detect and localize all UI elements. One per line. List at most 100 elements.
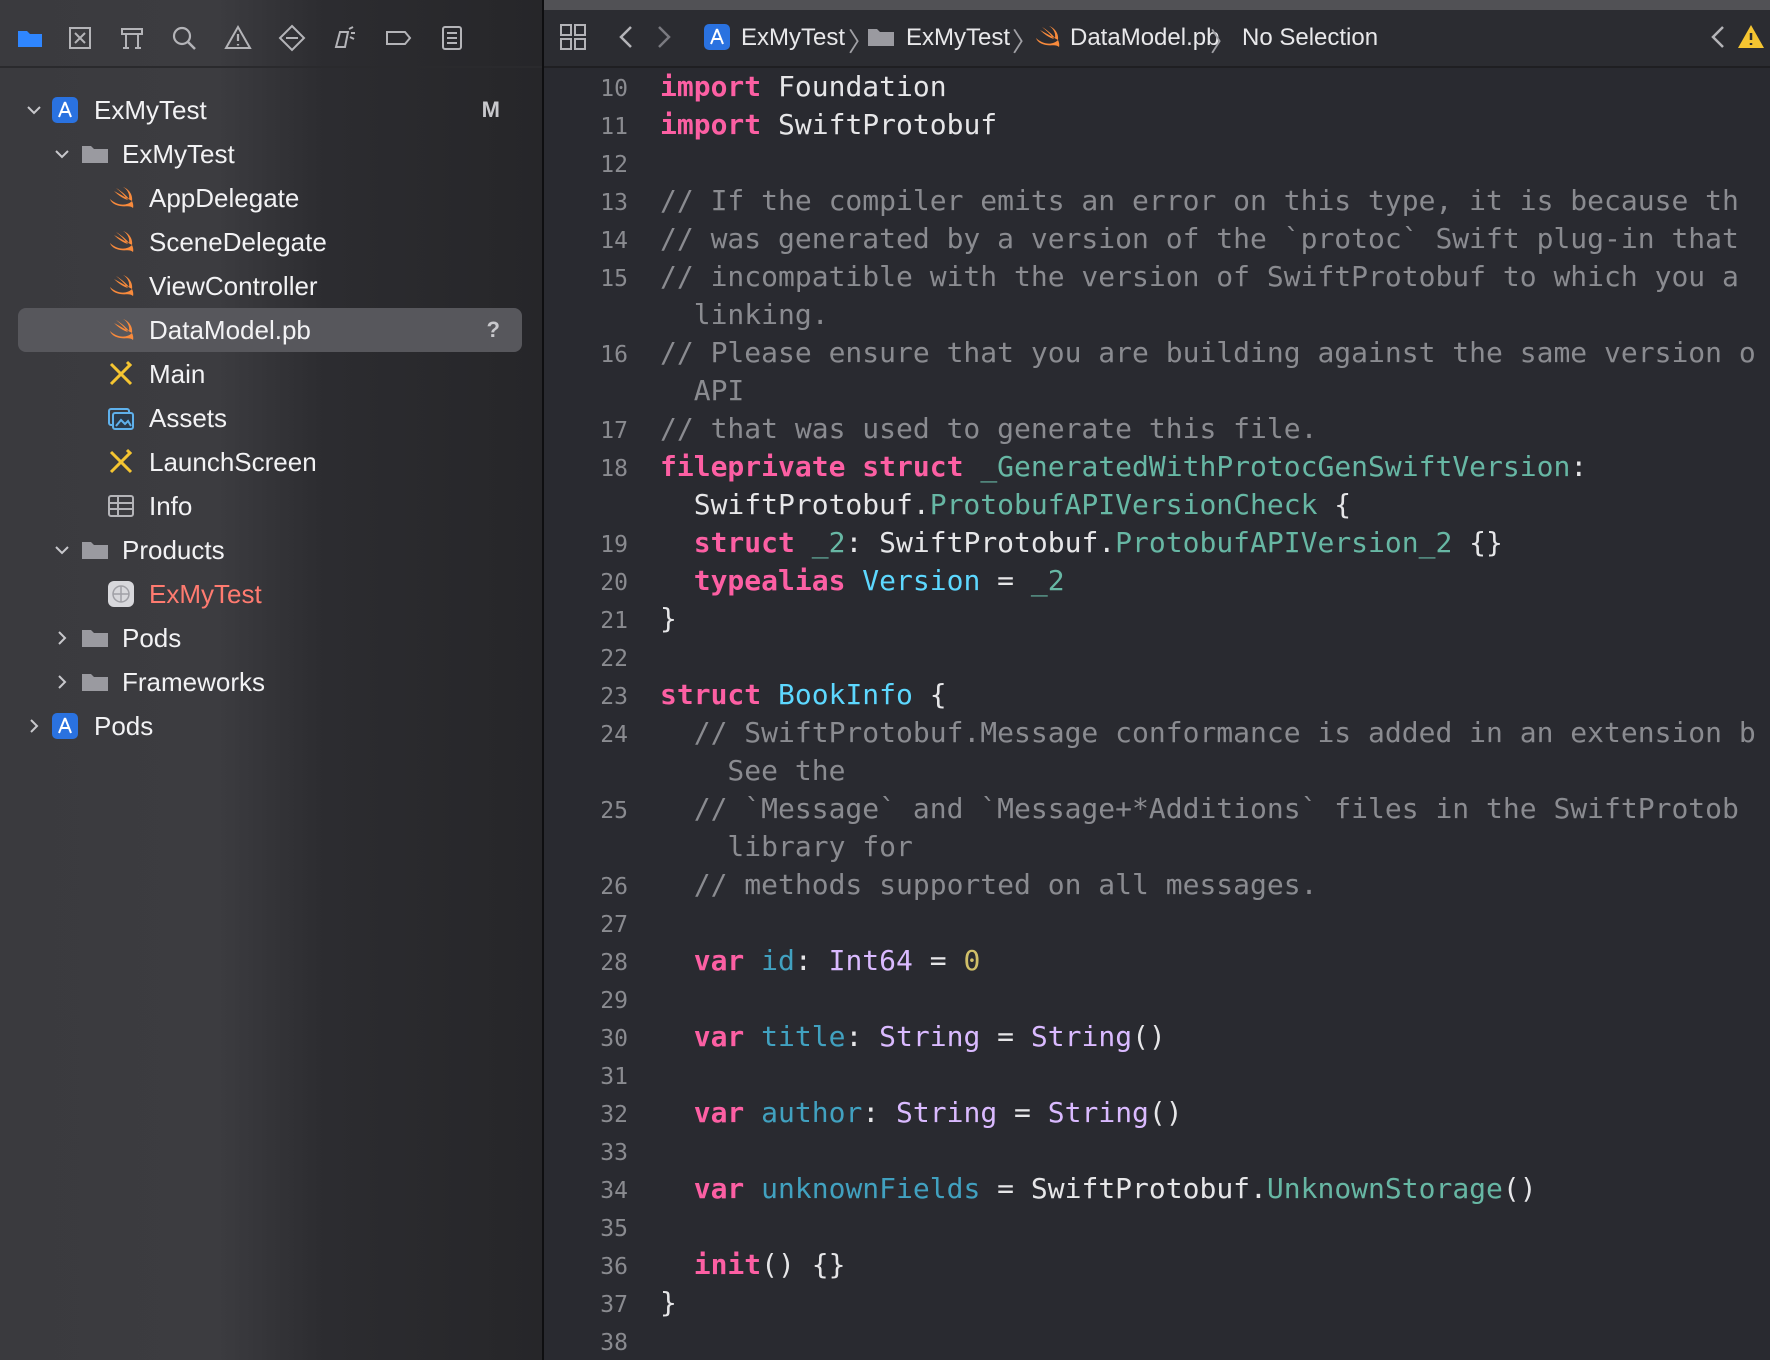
swift-icon [106, 227, 136, 257]
code-token: Foundation [761, 70, 947, 103]
comment-line: // Please ensure that you are building a… [660, 336, 1756, 369]
tree-item-project-pods[interactable]: Pods [18, 704, 522, 748]
identifier-token: unknownFields [761, 1172, 981, 1205]
symbol-icon[interactable] [114, 20, 150, 56]
line-number: 18 [600, 456, 628, 482]
chevron-down-icon[interactable] [24, 100, 44, 120]
code-line: typealias Version = _2 [660, 564, 1065, 597]
line-number: 20 [600, 570, 628, 596]
line-number: 35 [600, 1216, 628, 1242]
code-token: : [1570, 450, 1588, 483]
breadcrumb-project[interactable]: ExMyTest [741, 24, 845, 52]
app-project-icon [50, 711, 80, 741]
code-line: import Foundation [660, 70, 947, 103]
keyword-token: var [693, 1020, 745, 1053]
comment-line: // methods supported on all messages. [660, 868, 1318, 901]
line-number: 27 [600, 912, 628, 938]
tab-bar-strip [544, 0, 1770, 10]
back-arrow-icon[interactable] [1704, 22, 1734, 52]
tree-item-viewcontroller[interactable]: ViewController [18, 264, 522, 308]
line-number: 34 [600, 1178, 628, 1204]
chevron-down-icon[interactable] [52, 540, 72, 560]
tree-item-folder-products[interactable]: Products [18, 528, 522, 572]
forward-arrow-icon[interactable] [648, 22, 678, 52]
line-number: 33 [600, 1140, 628, 1166]
tree-item-main[interactable]: Main [18, 352, 522, 396]
comment-line: // SwiftProtobuf.Message conformance is … [660, 716, 1756, 749]
swift-icon [106, 271, 136, 301]
type-token: String [1030, 1020, 1133, 1053]
code-area[interactable]: 10 11 12 13 14 15 16 17 18 19 20 21 22 2… [544, 66, 1770, 1360]
search-icon[interactable] [166, 20, 202, 56]
type-token: ProtobufAPIVersionCheck [929, 488, 1318, 521]
line-number: 28 [600, 950, 628, 976]
breadcrumb-file[interactable]: DataModel.pb [1070, 24, 1219, 52]
line-number: 12 [600, 152, 628, 178]
code-token: { [912, 678, 947, 711]
code-line: var id: Int64 = 0 [660, 944, 981, 977]
code-line: import SwiftProtobuf [660, 108, 997, 141]
storyboard-icon [106, 359, 136, 389]
tree-item-folder-frameworks[interactable]: Frameworks [18, 660, 522, 704]
line-number: 29 [600, 988, 628, 1014]
related-items-icon[interactable] [558, 22, 588, 52]
code-line: var title: String = String() [660, 1020, 1166, 1053]
line-number: 16 [600, 342, 628, 368]
code-token: () {} [761, 1248, 846, 1281]
tree-item-label: ExMyTest [122, 138, 235, 169]
line-number: 10 [600, 76, 628, 102]
line-number: 25 [600, 798, 628, 824]
comment-line: // was generated by a version of the `pr… [660, 222, 1739, 255]
chevron-down-icon[interactable] [52, 144, 72, 164]
source-editor: ExMyTest 〉 ExMyTest 〉 DataModel.pb 〉 No … [544, 0, 1770, 1360]
code-line: SwiftProtobuf.ProtobufAPIVersionCheck { [660, 488, 1351, 521]
tree-item-label: Products [122, 534, 225, 565]
tree-item-info[interactable]: Info [18, 484, 522, 528]
warning-icon[interactable] [220, 20, 256, 56]
tree-item-folder-pods[interactable]: Pods [18, 616, 522, 660]
folder-icon[interactable] [12, 20, 48, 56]
line-number: 24 [600, 722, 628, 748]
warning-icon[interactable] [1736, 22, 1766, 52]
tree-item-appdelegate[interactable]: AppDelegate [18, 176, 522, 220]
tree-item-folder-exmytest[interactable]: ExMyTest [18, 132, 522, 176]
code-token: { [1317, 488, 1352, 521]
code-token: () [1148, 1096, 1183, 1129]
chevron-right-icon[interactable] [24, 716, 44, 736]
keyword-token: struct [660, 678, 762, 711]
type-token: Int64 [828, 944, 913, 977]
report-icon[interactable] [434, 20, 470, 56]
type-token: String [896, 1096, 998, 1129]
code-token: SwiftProtobuf. [660, 488, 930, 521]
tree-item-label: Frameworks [122, 666, 266, 697]
tree-item-assets[interactable]: Assets [18, 396, 522, 440]
debug-icon[interactable] [326, 20, 362, 56]
tree-item-label: SceneDelegate [149, 226, 327, 257]
code-line: struct _2: SwiftProtobuf.ProtobufAPIVers… [660, 526, 1503, 559]
chevron-right-icon[interactable] [52, 628, 72, 648]
tree-item-launchscreen[interactable]: LaunchScreen [18, 440, 522, 484]
type-token: Version [862, 564, 981, 597]
keyword-token: typealias [693, 564, 846, 597]
breadcrumb-folder[interactable]: ExMyTest [906, 24, 1010, 52]
chevron-right-icon[interactable] [52, 672, 72, 692]
tree-item-scenedelegate[interactable]: SceneDelegate [18, 220, 522, 264]
tree-item-product-exmytest[interactable]: ExMyTest [18, 572, 522, 616]
keyword-token: fileprivate [660, 450, 846, 483]
comment-line: library for [660, 830, 913, 863]
code-line: } [660, 1286, 677, 1319]
code-token: : [845, 1020, 880, 1053]
code-token: = [912, 944, 964, 977]
breadcrumb-symbol[interactable]: No Selection [1242, 24, 1378, 52]
tree-item-datamodel[interactable]: DataModel.pb ? [18, 308, 522, 352]
back-arrow-icon[interactable] [612, 22, 642, 52]
source-control-icon[interactable] [62, 20, 98, 56]
breakpoint-icon[interactable] [380, 20, 416, 56]
tree-item-project-exmytest[interactable]: ExMyTest M [18, 88, 522, 132]
test-icon[interactable] [274, 20, 310, 56]
